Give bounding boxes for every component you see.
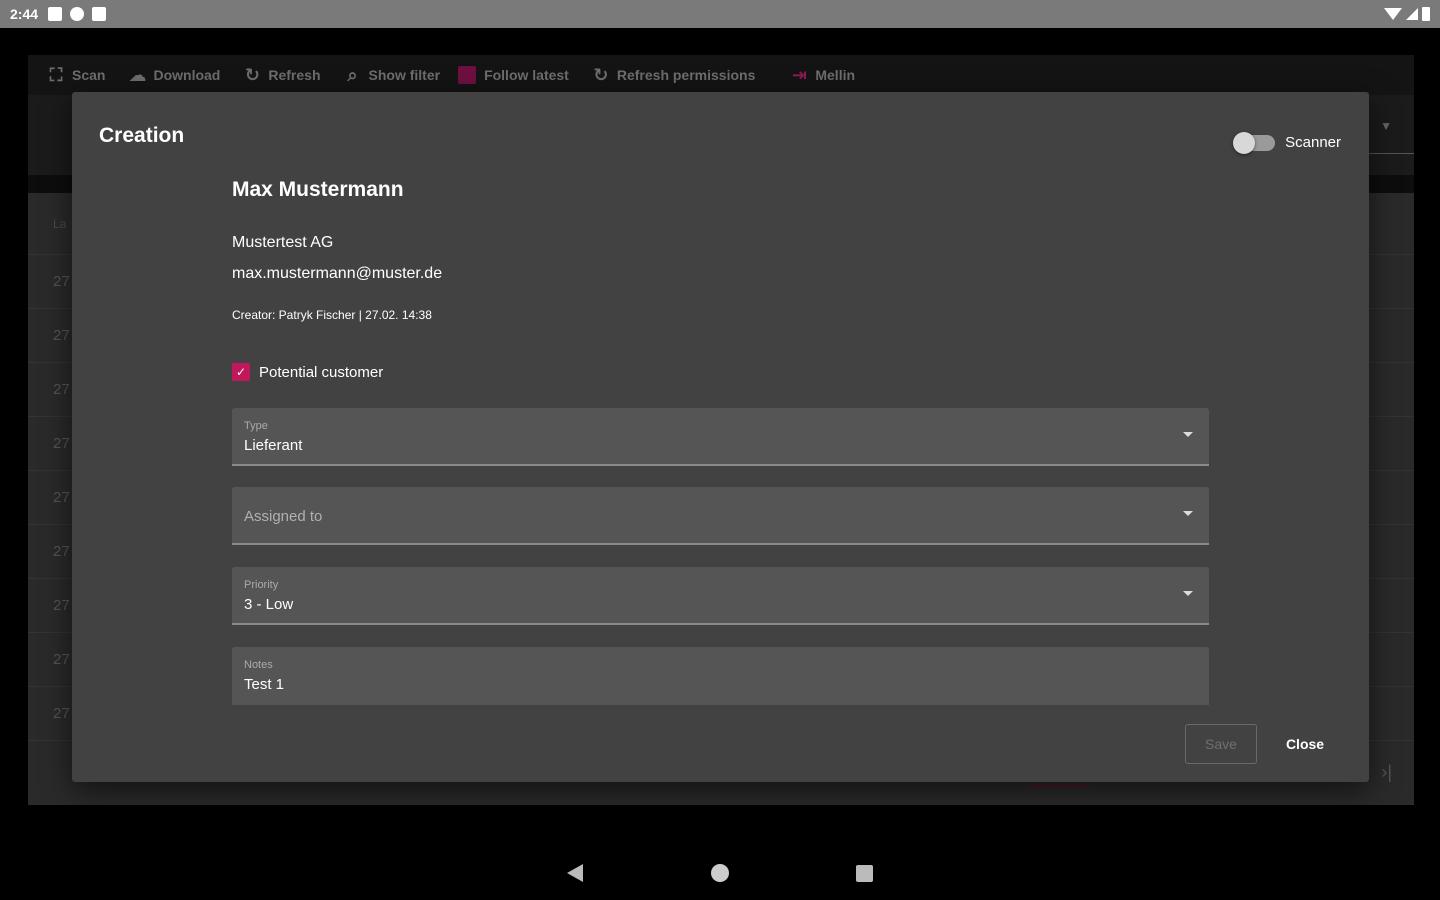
contact-email: max.mustermann@muster.de xyxy=(232,265,443,282)
toggle-switch[interactable] xyxy=(1233,131,1276,154)
toggle-knob xyxy=(1233,131,1256,154)
assigned-to-placeholder: Assigned to xyxy=(244,508,323,525)
creator-info: Creator: Patryk Fischer | 27.02. 14:38 xyxy=(232,308,432,322)
close-button[interactable]: Close xyxy=(1270,724,1340,764)
status-time: 2:44 xyxy=(10,6,39,22)
refresh-icon: ↻ xyxy=(593,64,609,85)
priority-select[interactable]: Priority 3 - Low xyxy=(232,567,1209,625)
assigned-to-select[interactable]: Assigned to xyxy=(232,487,1209,545)
check-icon[interactable]: ✓ xyxy=(232,363,250,381)
refresh-icon: ↻ xyxy=(244,64,260,85)
scanner-label: Scanner xyxy=(1285,134,1341,151)
notes-field[interactable]: Notes Test 1 xyxy=(232,647,1209,705)
type-value: Lieferant xyxy=(244,437,303,454)
last-page-icon[interactable]: ›| xyxy=(1381,762,1392,783)
scan-icon: ⛶ xyxy=(49,64,63,85)
cloud-download-icon: ☁ xyxy=(128,64,147,85)
logout-button[interactable]: ⇥ Mellin xyxy=(789,65,855,85)
type-select[interactable]: Type Lieferant xyxy=(232,408,1209,466)
sd-card-icon xyxy=(92,7,107,21)
download-button[interactable]: ☁ Download xyxy=(127,65,220,85)
notes-value: Test 1 xyxy=(244,676,285,693)
priority-label: Priority xyxy=(244,579,279,591)
checkbox-icon xyxy=(458,66,477,84)
search-icon: ⌕ xyxy=(347,64,358,85)
toolbar: ⛶ Scan ☁ Download ↻ Refresh ⌕ Show filte… xyxy=(28,55,1414,95)
chevron-down-icon xyxy=(1183,511,1193,516)
potential-customer-label: Potential customer xyxy=(259,363,384,381)
dialog-title: Creation xyxy=(99,124,185,147)
back-icon[interactable] xyxy=(567,864,583,882)
chevron-down-icon xyxy=(1183,591,1193,596)
save-button[interactable]: Save xyxy=(1185,724,1257,764)
refresh-permissions-button[interactable]: ↻ Refresh permissions xyxy=(591,64,755,85)
contact-company: Mustertest AG xyxy=(232,234,334,251)
navigation-bar xyxy=(0,840,1440,900)
potential-customer-checkbox[interactable]: ✓ Potential customer xyxy=(232,363,383,381)
notes-label: Notes xyxy=(244,659,273,671)
recent-apps-icon[interactable] xyxy=(856,865,873,882)
type-label: Type xyxy=(244,420,268,432)
chevron-down-icon xyxy=(1183,432,1193,437)
scanner-toggle[interactable]: Scanner xyxy=(1233,131,1341,154)
wifi-icon xyxy=(1384,8,1402,20)
signal-icon xyxy=(1406,8,1418,20)
creation-dialog: Creation Scanner Max Mustermann Musterte… xyxy=(72,92,1369,782)
scan-button[interactable]: ⛶ Scan xyxy=(46,64,106,85)
chevron-down-icon: ▼ xyxy=(1380,119,1392,133)
app-notification-icon xyxy=(70,7,85,21)
logout-icon: ⇥ xyxy=(791,64,807,85)
priority-value: 3 - Low xyxy=(244,596,294,613)
status-bar: 2:44 xyxy=(0,0,1440,28)
notification-icon xyxy=(48,7,63,21)
battery-icon xyxy=(1422,7,1430,21)
follow-latest-toggle[interactable]: Follow latest xyxy=(458,66,569,84)
contact-name: Max Mustermann xyxy=(232,178,404,201)
refresh-button[interactable]: ↻ Refresh xyxy=(242,64,321,85)
home-icon[interactable] xyxy=(711,864,729,882)
show-filter-button[interactable]: ⌕ Show filter xyxy=(343,64,440,85)
